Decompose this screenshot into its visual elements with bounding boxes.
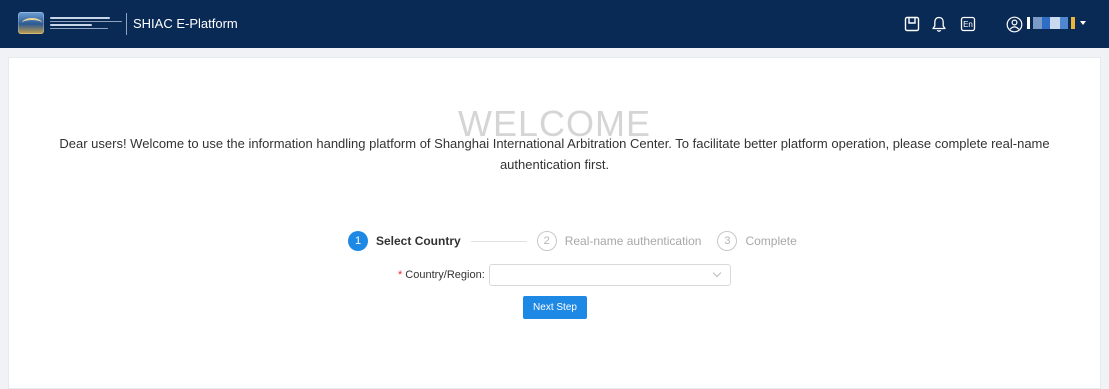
progress-steps: 1 Select Country 2 Real-name authenticat… <box>348 229 797 253</box>
bell-icon[interactable] <box>930 14 948 34</box>
header-divider <box>126 13 127 35</box>
country-form-row: * Country/Region: <box>398 264 731 286</box>
step-label: Select Country <box>376 234 461 248</box>
platform-title: SHIAC E-Platform <box>133 16 238 31</box>
censored-block <box>1027 17 1030 29</box>
step-label: Real-name authentication <box>564 234 702 248</box>
censored-block <box>1033 17 1042 29</box>
caret-down-icon[interactable] <box>1080 21 1086 25</box>
step-number: 1 <box>348 231 368 251</box>
step-real-name-authentication: 2 Real-name authentication <box>536 231 702 251</box>
logo-wordmark <box>50 16 122 30</box>
country-label: Country/Region: <box>405 269 485 281</box>
language-icon[interactable]: En <box>959 14 977 34</box>
shiac-logo[interactable] <box>18 10 122 36</box>
user-name-censored[interactable] <box>1027 17 1075 29</box>
welcome-message: Dear users! Welcome to use the informati… <box>59 136 1050 172</box>
censored-block <box>1050 17 1060 29</box>
user-icon[interactable] <box>1005 14 1023 34</box>
step-select-country: 1 Select Country <box>348 231 461 251</box>
chevron-down-icon[interactable] <box>712 268 722 278</box>
country-select[interactable] <box>488 264 731 286</box>
censored-block <box>1071 17 1075 29</box>
step-complete: 3 Complete <box>717 231 797 251</box>
step-number: 2 <box>536 231 557 251</box>
shiac-emblem-icon <box>18 12 44 34</box>
step-connector <box>470 240 527 242</box>
step-number: 3 <box>717 231 738 251</box>
step-label: Complete <box>745 234 797 248</box>
required-mark: * <box>398 269 403 281</box>
next-step-button[interactable]: Next Step <box>523 296 587 319</box>
censored-block <box>1060 17 1068 29</box>
language-label: En <box>963 20 973 29</box>
notepad-icon[interactable] <box>903 14 921 34</box>
censored-block <box>1042 17 1050 29</box>
top-navigation-bar: SHIAC E-Platform En <box>0 0 1109 48</box>
